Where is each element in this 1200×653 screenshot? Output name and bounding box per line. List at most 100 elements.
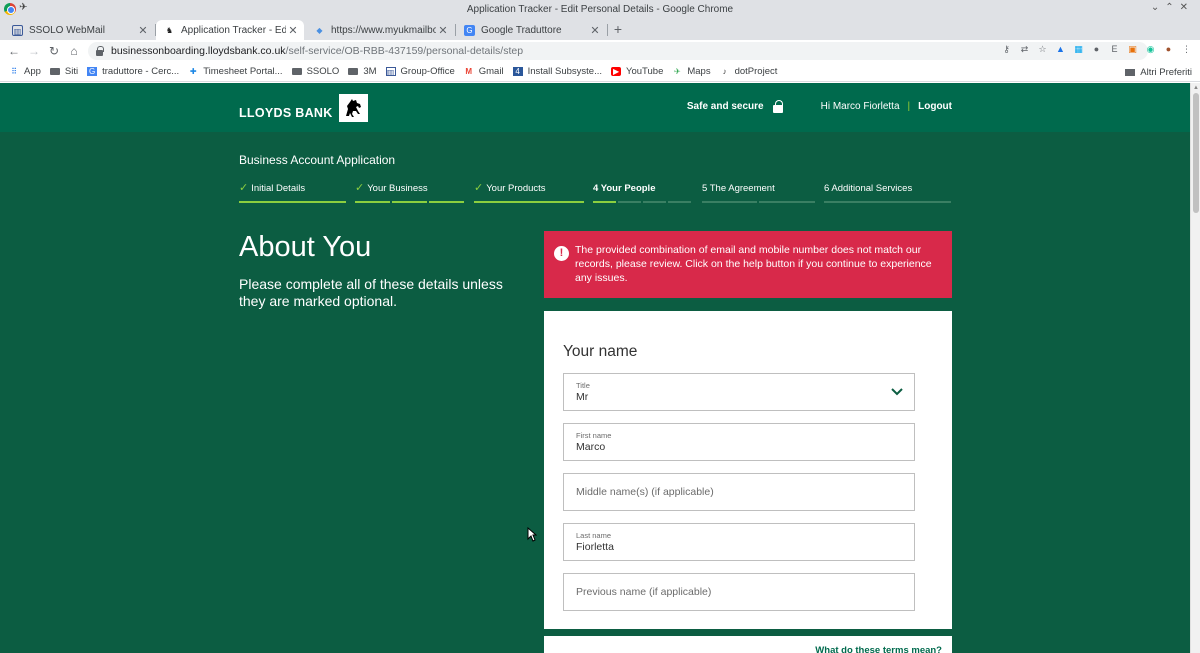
section-title: Your name (563, 343, 638, 360)
tab-ssolo-webmail[interactable]: ▥ SSOLO WebMail ✕ (4, 20, 154, 40)
bookmark-app[interactable]: ⠿ App (9, 66, 41, 77)
pin-icon[interactable]: ✈ (19, 2, 27, 13)
tab-separator (607, 24, 608, 36)
bookmark-gmail[interactable]: M Gmail (464, 66, 503, 77)
header-divider: | (907, 101, 911, 112)
bookmark-3m[interactable]: 3M (348, 66, 377, 77)
text-extension-icon[interactable]: E (1109, 44, 1120, 55)
forward-button[interactable]: → (26, 43, 42, 59)
logout-link[interactable]: Logout (918, 101, 952, 112)
bookmark-dotproject[interactable]: ♪ dotProject (720, 66, 778, 77)
lloyds-logo[interactable]: LLOYDS BANK (239, 94, 368, 122)
tab-label: https://www.myukmailbox.c (331, 24, 436, 36)
brand-name: LLOYDS BANK (239, 106, 333, 120)
bookmark-group-office[interactable]: ▥ Group-Office (385, 66, 455, 77)
translate-icon: G (464, 24, 475, 36)
bookmark-youtube[interactable]: ▶ YouTube (611, 66, 663, 77)
menu-icon[interactable]: ⋮ (1181, 44, 1192, 55)
bookmark-ssolo[interactable]: SSOLO (291, 66, 339, 77)
circle-extension-icon[interactable]: ● (1091, 44, 1102, 55)
close-icon[interactable]: ✕ (436, 24, 450, 37)
windows-icon[interactable]: ▦ (1073, 44, 1084, 55)
lloyds-horse-icon: ♞ (165, 25, 174, 35)
mailbox-icon: ◆ (316, 25, 323, 35)
step-the-agreement[interactable]: 5 The Agreement (702, 183, 815, 207)
field-label: Last name (576, 531, 612, 540)
field-value: Mr (576, 391, 589, 403)
profile-avatar-icon[interactable]: ● (1163, 44, 1174, 55)
error-alert: ! The provided combination of email and … (544, 231, 952, 298)
tab-application-tracker[interactable]: ♞ Application Tracker - Edit Per ✕ (156, 20, 304, 40)
youtube-icon: ▶ (611, 67, 622, 76)
title-select[interactable]: Title Mr (563, 373, 915, 411)
first-name-field[interactable]: First name Marco (563, 423, 915, 461)
your-name-card: Your name Title Mr First name Marco Midd… (544, 311, 952, 629)
step-additional-services[interactable]: 6 Additional Services (824, 183, 951, 207)
page-subtitle: Please complete all of these details unl… (239, 276, 503, 309)
address-bar[interactable]: businessonboarding.lloydsbank.co.uk/self… (88, 42, 1148, 60)
field-label: Title (576, 381, 590, 390)
extension-a-icon[interactable]: ▲ (1055, 44, 1066, 55)
bookmark-maps[interactable]: ✈ Maps (672, 66, 711, 77)
bookmark-siti[interactable]: Siti (49, 66, 78, 77)
alert-icon: ! (554, 246, 569, 261)
padlock-icon (772, 99, 783, 113)
chevron-down-icon (890, 385, 904, 404)
tab-google-traduttore[interactable]: G Google Traduttore ✕ (456, 20, 606, 40)
scroll-up-arrow-icon[interactable]: ▲ (1193, 85, 1199, 91)
bookmark-traduttore[interactable]: Gtraduttore - Cerc... (87, 66, 179, 77)
reload-button[interactable]: ↻ (46, 43, 62, 59)
mouse-cursor-icon (527, 526, 538, 547)
bookmark-install-subsystem[interactable]: 4 Install Subsyste... (512, 66, 602, 77)
translate-page-icon[interactable]: ⇄ (1019, 44, 1030, 55)
tab-myukmailbox[interactable]: ◆ https://www.myukmailbox.c ✕ (306, 20, 454, 40)
step-your-products[interactable]: ✓ Your Products (474, 183, 584, 207)
step-initial-details[interactable]: ✓ Initial Details (239, 183, 346, 207)
safe-and-secure-link[interactable]: Safe and secure (687, 99, 783, 113)
key-icon[interactable]: ⚷ (1001, 44, 1012, 55)
close-icon[interactable]: ✕ (286, 24, 300, 37)
lock-icon (96, 46, 104, 56)
previous-name-field[interactable]: Previous name (if applicable) (563, 573, 915, 611)
chrome-logo-icon (4, 3, 16, 15)
step-progress-bar (702, 201, 815, 203)
field-placeholder: Previous name (if applicable) (576, 586, 712, 598)
grammarly-icon[interactable]: ◉ (1145, 44, 1156, 55)
checkmark-icon: ✓ (239, 182, 249, 194)
page-content: LLOYDS BANK Safe and secure Hi Marco Fio… (0, 83, 1190, 653)
tab-strip: ▥ SSOLO WebMail ✕ ♞ Application Tracker … (0, 18, 1200, 40)
middle-name-field[interactable]: Middle name(s) (if applicable) (563, 473, 915, 511)
field-value: Fiorletta (576, 541, 614, 553)
page-scrollbar[interactable]: ▲ (1190, 83, 1200, 653)
ib-extension-icon[interactable]: ▣ (1127, 44, 1138, 55)
step-progress-bar (239, 201, 346, 203)
step-your-business[interactable]: ✓ Your Business (355, 183, 464, 207)
step-progress-bar (593, 201, 691, 203)
close-icon[interactable]: ✕ (588, 24, 602, 37)
field-value: Marco (576, 441, 606, 453)
gmail-icon: M (465, 67, 473, 76)
field-label: First name (576, 431, 612, 440)
window-titlebar: ✈ Application Tracker - Edit Personal De… (0, 0, 1200, 18)
scrollbar-thumb[interactable] (1193, 93, 1199, 213)
folder-icon (291, 68, 302, 75)
star-icon[interactable]: ☆ (1037, 44, 1048, 55)
translate-icon: G (87, 67, 98, 76)
bookmark-other[interactable]: Altri Preferiti (1125, 67, 1192, 78)
home-button[interactable]: ⌂ (66, 43, 82, 59)
step-progress-bar (824, 201, 951, 203)
checkmark-icon: ✓ (474, 182, 484, 194)
last-name-field[interactable]: Last name Fiorletta (563, 523, 915, 561)
terms-help-link[interactable]: What do these terms mean? (815, 645, 942, 653)
close-icon[interactable]: ✕ (136, 24, 150, 37)
progress-steps: ✓ Initial Details ✓ Your Business ✓ Your… (239, 183, 951, 207)
back-button[interactable]: ← (6, 43, 22, 59)
window-controls[interactable]: ⌄⌃✕ (1151, 2, 1194, 13)
new-tab-button[interactable]: + (609, 21, 627, 37)
bookmark-timesheet[interactable]: ✚ Timesheet Portal... (188, 66, 283, 77)
header-right: Safe and secure Hi Marco Fiorletta | Log… (687, 99, 952, 113)
maps-icon: ✈ (674, 67, 681, 76)
step-progress-bar (474, 201, 584, 203)
step-your-people[interactable]: 4 Your People (593, 183, 693, 207)
step-progress-bar (355, 201, 464, 203)
